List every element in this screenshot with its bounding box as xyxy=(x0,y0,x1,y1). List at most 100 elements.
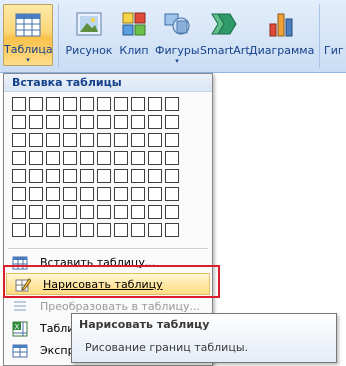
grid-cell[interactable] xyxy=(114,169,128,183)
insert-table-item[interactable]: Вставить таблицу... xyxy=(4,252,212,274)
grid-cell[interactable] xyxy=(148,223,162,237)
grid-cell[interactable] xyxy=(80,151,94,165)
grid-cell[interactable] xyxy=(46,115,60,129)
grid-cell[interactable] xyxy=(29,151,43,165)
excel-table-icon: X xyxy=(12,321,28,337)
grid-cell[interactable] xyxy=(114,115,128,129)
grid-cell[interactable] xyxy=(148,97,162,111)
grid-cell[interactable] xyxy=(63,169,77,183)
grid-cell[interactable] xyxy=(46,187,60,201)
grid-cell[interactable] xyxy=(97,97,111,111)
grid-cell[interactable] xyxy=(131,205,145,219)
grid-cell[interactable] xyxy=(63,187,77,201)
draw-table-tooltip: Нарисовать таблицу Рисование границ табл… xyxy=(71,313,337,363)
grid-cell[interactable] xyxy=(46,223,60,237)
grid-cell[interactable] xyxy=(29,223,43,237)
grid-cell[interactable] xyxy=(131,97,145,111)
chevron-down-icon: ▾ xyxy=(175,57,179,65)
grid-cell[interactable] xyxy=(29,169,43,183)
grid-cell[interactable] xyxy=(148,115,162,129)
grid-cell[interactable] xyxy=(46,169,60,183)
grid-cell[interactable] xyxy=(12,223,26,237)
grid-cell[interactable] xyxy=(63,205,77,219)
grid-cell[interactable] xyxy=(80,97,94,111)
picture-icon xyxy=(76,12,102,36)
grid-cell[interactable] xyxy=(97,151,111,165)
grid-cell[interactable] xyxy=(114,133,128,147)
grid-cell[interactable] xyxy=(148,187,162,201)
grid-cell[interactable] xyxy=(114,151,128,165)
grid-cell[interactable] xyxy=(12,97,26,111)
grid-cell[interactable] xyxy=(29,133,43,147)
grid-cell[interactable] xyxy=(114,97,128,111)
grid-cell[interactable] xyxy=(97,205,111,219)
grid-cell[interactable] xyxy=(63,151,77,165)
grid-cell[interactable] xyxy=(12,169,26,183)
grid-cell[interactable] xyxy=(131,187,145,201)
grid-cell[interactable] xyxy=(63,133,77,147)
grid-cell[interactable] xyxy=(131,151,145,165)
grid-cell[interactable] xyxy=(29,115,43,129)
grid-cell[interactable] xyxy=(97,169,111,183)
grid-cell[interactable] xyxy=(46,205,60,219)
grid-cell[interactable] xyxy=(165,223,179,237)
grid-cell[interactable] xyxy=(12,133,26,147)
insert-table-label: Вставить таблицу... xyxy=(40,256,156,269)
smartart-button[interactable]: SmartArt xyxy=(200,4,250,66)
table-size-grid[interactable] xyxy=(12,97,182,241)
shapes-button-label: Фигуры xyxy=(155,44,200,57)
grid-cell[interactable] xyxy=(165,187,179,201)
insert-table-icon xyxy=(12,256,28,270)
grid-cell[interactable] xyxy=(46,151,60,165)
grid-cell[interactable] xyxy=(63,223,77,237)
grid-cell[interactable] xyxy=(114,223,128,237)
grid-cell[interactable] xyxy=(131,133,145,147)
grid-cell[interactable] xyxy=(165,151,179,165)
grid-cell[interactable] xyxy=(114,205,128,219)
picture-button-label: Рисунок xyxy=(65,44,113,57)
grid-cell[interactable] xyxy=(12,187,26,201)
grid-cell[interactable] xyxy=(148,205,162,219)
grid-cell[interactable] xyxy=(131,169,145,183)
grid-cell[interactable] xyxy=(114,187,128,201)
grid-cell[interactable] xyxy=(80,187,94,201)
shapes-button[interactable]: Фигуры ▾ xyxy=(155,4,200,66)
grid-cell[interactable] xyxy=(165,169,179,183)
clip-button[interactable]: Клип xyxy=(117,4,151,66)
hyperlink-button[interactable]: Гиг xyxy=(324,4,346,66)
grid-cell[interactable] xyxy=(97,115,111,129)
grid-cell[interactable] xyxy=(148,133,162,147)
group-separator xyxy=(319,4,320,68)
grid-cell[interactable] xyxy=(46,133,60,147)
grid-cell[interactable] xyxy=(46,97,60,111)
grid-cell[interactable] xyxy=(97,223,111,237)
grid-cell[interactable] xyxy=(148,169,162,183)
grid-cell[interactable] xyxy=(148,151,162,165)
grid-cell[interactable] xyxy=(80,115,94,129)
grid-cell[interactable] xyxy=(80,223,94,237)
grid-cell[interactable] xyxy=(80,133,94,147)
picture-button[interactable]: Рисунок xyxy=(64,4,114,66)
grid-cell[interactable] xyxy=(97,133,111,147)
grid-cell[interactable] xyxy=(165,97,179,111)
grid-cell[interactable] xyxy=(29,97,43,111)
grid-cell[interactable] xyxy=(165,133,179,147)
table-button[interactable]: Таблица ▾ xyxy=(3,4,53,66)
bar-chart-icon xyxy=(269,13,293,37)
grid-cell[interactable] xyxy=(165,205,179,219)
grid-cell[interactable] xyxy=(63,115,77,129)
grid-cell[interactable] xyxy=(29,187,43,201)
grid-cell[interactable] xyxy=(131,223,145,237)
grid-cell[interactable] xyxy=(29,205,43,219)
grid-cell[interactable] xyxy=(63,97,77,111)
grid-cell[interactable] xyxy=(165,115,179,129)
grid-cell[interactable] xyxy=(80,205,94,219)
grid-cell[interactable] xyxy=(131,115,145,129)
chart-button[interactable]: Диаграмма xyxy=(249,4,314,66)
grid-cell[interactable] xyxy=(12,151,26,165)
grid-cell[interactable] xyxy=(12,115,26,129)
grid-cell[interactable] xyxy=(97,187,111,201)
grid-cell[interactable] xyxy=(12,205,26,219)
draw-table-item[interactable]: Нарисовать таблицу xyxy=(6,273,210,295)
grid-cell[interactable] xyxy=(80,169,94,183)
